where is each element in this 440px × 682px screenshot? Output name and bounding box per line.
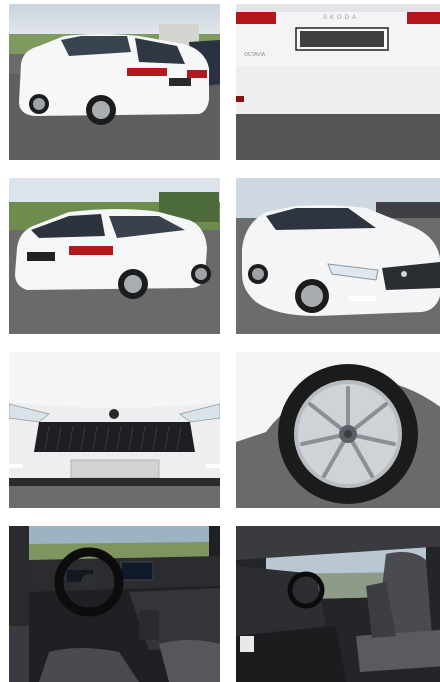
interior-seats-photo xyxy=(236,526,440,682)
tailgate-model-text: OCTAVIA xyxy=(244,52,266,58)
gallery-photo-7[interactable] xyxy=(9,526,220,682)
tailgate-closeup-photo: SKODA OCTAVIA xyxy=(236,4,440,160)
gallery-photo-5[interactable] xyxy=(9,352,220,508)
gallery-photo-1[interactable] xyxy=(9,4,220,160)
car-rear-view-photo xyxy=(9,178,220,334)
front-grille-photo xyxy=(9,352,220,508)
tailgate-brand-text: SKODA xyxy=(323,15,359,21)
gallery-photo-8[interactable] xyxy=(236,526,440,682)
car-rear-side-photo xyxy=(9,4,220,160)
interior-dashboard-photo xyxy=(9,526,220,682)
gallery-photo-6[interactable] xyxy=(236,352,440,508)
car-front-side-photo xyxy=(236,178,440,334)
gallery-photo-3[interactable] xyxy=(9,178,220,334)
alloy-wheel-photo xyxy=(236,352,440,508)
gallery-photo-4[interactable] xyxy=(236,178,440,334)
photo-gallery: SKODA OCTAVIA xyxy=(0,0,440,682)
gallery-photo-2[interactable]: SKODA OCTAVIA xyxy=(236,4,440,160)
